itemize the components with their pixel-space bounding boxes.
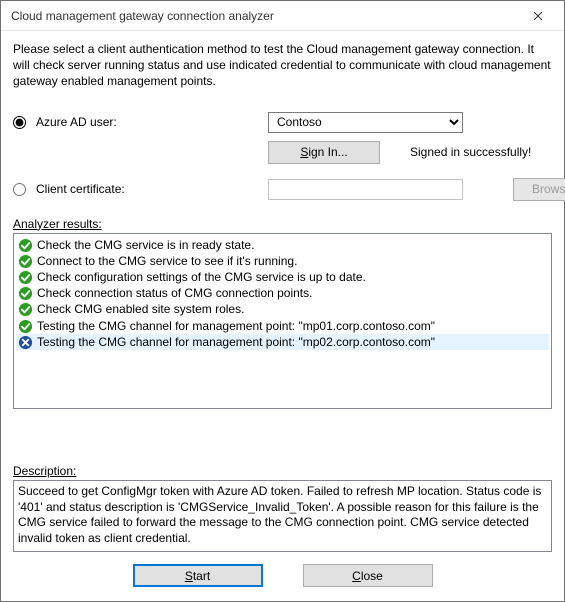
dialog-footer: Start Close <box>13 552 552 601</box>
close-button[interactable]: Close <box>303 564 433 587</box>
sign-in-button[interactable]: Sign In... <box>268 141 380 164</box>
azure-ad-radio-input[interactable] <box>13 116 26 129</box>
dialog-content: Please select a client authentication me… <box>1 31 564 601</box>
azure-ad-radio-label: Azure AD user: <box>36 115 117 129</box>
client-cert-textbox <box>268 179 463 200</box>
close-icon[interactable] <box>518 2 558 30</box>
result-line[interactable]: Testing the CMG channel for management p… <box>16 334 549 350</box>
azure-ad-radio[interactable]: Azure AD user: <box>13 115 268 129</box>
titlebar: Cloud management gateway connection anal… <box>1 1 564 31</box>
results-listbox[interactable]: Check the CMG service is in ready state.… <box>13 233 552 409</box>
result-line[interactable]: Check configuration settings of the CMG … <box>16 269 549 285</box>
tenant-dropdown[interactable]: Contoso <box>268 112 463 133</box>
intro-text: Please select a client authentication me… <box>13 41 552 90</box>
start-button[interactable]: Start <box>133 564 263 587</box>
description-box[interactable]: Succeed to get ConfigMgr token with Azur… <box>13 480 552 552</box>
results-label: Analyzer results: <box>13 217 552 231</box>
description-label: Description: <box>13 464 552 478</box>
result-line[interactable]: Check connection status of CMG connectio… <box>16 285 549 301</box>
auth-method-area: Azure AD user: Contoso Sign In... Signed… <box>13 112 552 201</box>
result-line[interactable]: Check CMG enabled site system roles. <box>16 301 549 317</box>
client-cert-radio[interactable]: Client certificate: <box>13 182 268 196</box>
result-line[interactable]: Testing the CMG channel for management p… <box>16 318 549 334</box>
window-title: Cloud management gateway connection anal… <box>11 9 518 23</box>
result-line[interactable]: Check the CMG service is in ready state. <box>16 237 549 253</box>
browse-button: Browse... <box>513 178 565 201</box>
result-line[interactable]: Connect to the CMG service to see if it'… <box>16 253 549 269</box>
client-cert-radio-label: Client certificate: <box>36 182 125 196</box>
client-cert-radio-input[interactable] <box>13 183 26 196</box>
signin-status-text: Signed in successfully! <box>410 145 531 159</box>
